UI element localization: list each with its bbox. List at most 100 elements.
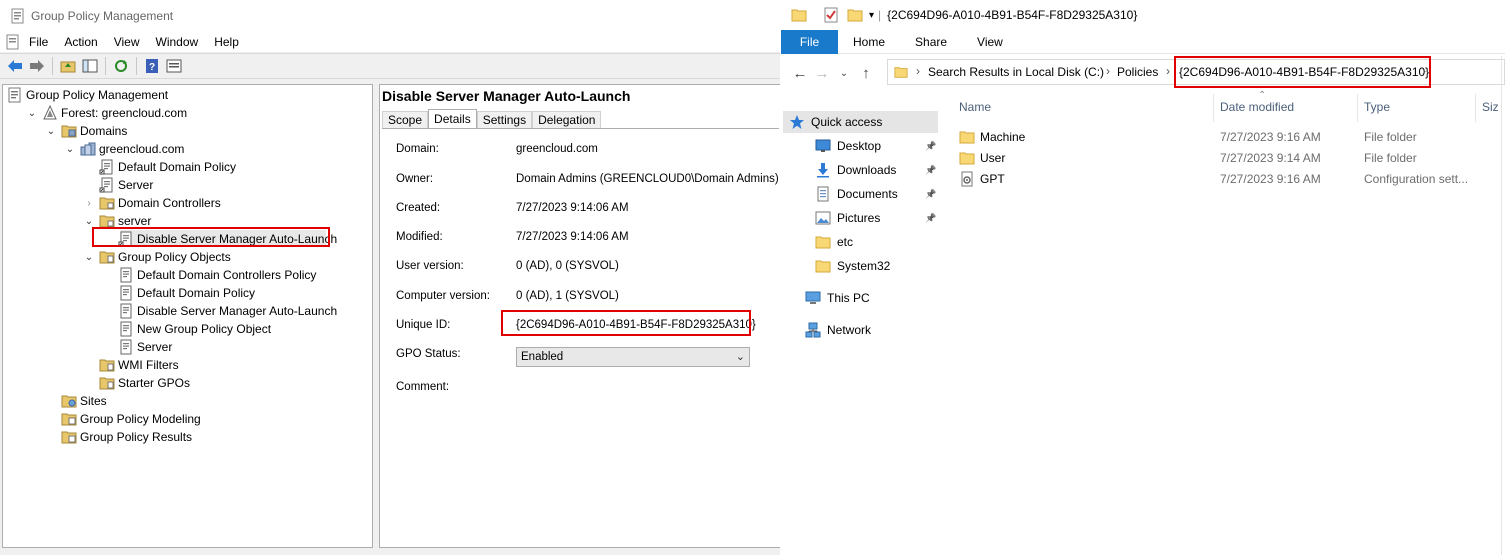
tree-node[interactable]: ⌄ greencloud.com	[64, 140, 185, 158]
tree-node[interactable]: Sites	[45, 392, 107, 410]
ribbon-tab-share[interactable]: Share	[900, 35, 962, 49]
pin-icon[interactable]: 📌	[925, 213, 936, 224]
column-separator[interactable]	[1475, 94, 1476, 122]
column-size[interactable]: Siz	[1482, 100, 1499, 114]
chevron-down-icon[interactable]: ⌄	[83, 251, 95, 263]
recent-locations-icon[interactable]: ⌄	[833, 68, 855, 79]
nav-item-pictures[interactable]: Pictures 📌	[815, 207, 936, 229]
tab-delegation[interactable]: Delegation	[532, 111, 602, 129]
up-folder-icon[interactable]	[57, 56, 79, 76]
gpo-status-label: GPO Status:	[396, 348, 461, 360]
customize-qat-icon[interactable]: ▾	[869, 10, 874, 21]
gpo-status-select[interactable]: Enabled ⌄	[516, 347, 750, 367]
nav-item-network[interactable]: Network	[805, 319, 931, 341]
new-folder-icon[interactable]	[847, 7, 863, 23]
show-hide-tree-icon[interactable]	[79, 56, 101, 76]
domain-icon	[80, 141, 96, 157]
tree-node[interactable]: Server	[83, 176, 153, 194]
column-type[interactable]: Type	[1364, 100, 1390, 114]
tree-node[interactable]: Disable Server Manager Auto-Launch	[102, 302, 337, 320]
file-row[interactable]: User 7/27/2023 9:14 AM File folder	[959, 147, 1499, 168]
tree-node[interactable]: Group Policy Management	[7, 86, 168, 104]
chevron-down-icon[interactable]: ⌄	[83, 215, 95, 227]
nav-item-label: Network	[827, 323, 872, 337]
tab-settings[interactable]: Settings	[476, 111, 533, 129]
folder-icon	[959, 129, 975, 145]
tree-node[interactable]: New Group Policy Object	[102, 320, 271, 338]
menu-view[interactable]: View	[106, 35, 148, 49]
breadcrumb-chevron-icon[interactable]: ›	[916, 64, 920, 78]
tab-details[interactable]: Details	[428, 109, 477, 129]
nav-item-documents[interactable]: Documents 📌	[815, 183, 936, 205]
details-pane: Disable Server Manager Auto-Launch Scope…	[379, 84, 780, 548]
nav-item-etc[interactable]: etc	[815, 231, 931, 253]
nav-item-desktop[interactable]: Desktop 📌	[815, 135, 936, 157]
menu-help[interactable]: Help	[206, 35, 247, 49]
explorer-titlebar: ▾ | {2C694D96-A010-4B91-B54F-F8D29325A31…	[781, 0, 1505, 30]
file-row[interactable]: GPT 7/27/2023 9:16 AM Configuration sett..…	[959, 168, 1499, 189]
column-date-modified[interactable]: Date modified	[1220, 100, 1294, 114]
forward-arrow-icon[interactable]	[26, 56, 48, 76]
back-arrow-icon[interactable]	[4, 56, 26, 76]
owner-value: Domain Admins (GREENCLOUD0\Domain Admins…	[516, 173, 779, 185]
gpo-icon	[118, 321, 134, 337]
tree-node[interactable]: Group Policy Modeling	[45, 410, 201, 428]
tree-node[interactable]: Group Policy Results	[45, 428, 192, 446]
menu-file[interactable]: File	[21, 35, 56, 49]
system-menu-icon[interactable]	[5, 34, 21, 50]
properties-check-icon[interactable]	[823, 7, 839, 23]
column-separator[interactable]	[1213, 94, 1214, 122]
pin-icon[interactable]: 📌	[925, 165, 936, 176]
up-arrow-icon[interactable]: ↑	[855, 65, 877, 82]
breadcrumb-policies[interactable]: Policies	[1117, 65, 1158, 79]
user-version-value: 0 (AD), 0 (SYSVOL)	[516, 260, 619, 272]
ribbon-tab-home[interactable]: Home	[838, 35, 900, 49]
tree-node[interactable]: Default Domain Policy	[102, 284, 255, 302]
column-separator[interactable]	[1357, 94, 1358, 122]
details-tab-body: Domain: greencloud.com Owner: Domain Adm…	[382, 128, 779, 548]
chevron-down-icon[interactable]: ⌄	[45, 125, 57, 137]
toolbar-separator	[136, 57, 137, 75]
nav-item-this-pc[interactable]: This PC	[805, 287, 931, 309]
tree-node[interactable]: ⌄ Group Policy Objects	[83, 248, 231, 266]
breadcrumb-chevron-icon[interactable]: ›	[1166, 64, 1170, 78]
tree-node[interactable]: Default Domain Policy	[83, 158, 236, 176]
tab-scope[interactable]: Scope	[382, 111, 429, 129]
tree-node[interactable]: Server	[102, 338, 172, 356]
menu-window[interactable]: Window	[148, 35, 207, 49]
desktop-icon	[815, 138, 831, 154]
pin-icon[interactable]: 📌	[925, 189, 936, 200]
column-name[interactable]: Name	[959, 100, 991, 114]
back-arrow-icon[interactable]: ←	[789, 65, 811, 82]
forward-arrow-icon[interactable]: →	[811, 65, 833, 82]
breadcrumb-chevron-icon[interactable]: ›	[1106, 64, 1110, 78]
nav-item-downloads[interactable]: Downloads 📌	[815, 159, 936, 181]
gpmc-titlebar: Group Policy Management	[0, 0, 780, 32]
tree-node[interactable]: ⌄ Forest: greencloud.com	[26, 104, 187, 122]
file-row[interactable]: Machine 7/27/2023 9:16 AM File folder	[959, 126, 1499, 147]
help-icon[interactable]: ?	[141, 56, 163, 76]
gpmc-app-icon	[11, 8, 24, 24]
nav-item-system32[interactable]: System32	[815, 255, 931, 277]
tree-node[interactable]: › Domain Controllers	[83, 194, 220, 212]
properties-icon[interactable]	[163, 56, 185, 76]
refresh-icon[interactable]	[110, 56, 132, 76]
gpmc-toolbar: ?	[0, 53, 780, 79]
nav-item-quick-access[interactable]: Quick access	[789, 111, 931, 133]
chevron-down-icon[interactable]: ⌄	[26, 107, 38, 119]
ribbon-tab-view[interactable]: View	[962, 35, 1018, 49]
file-date-modified: 7/27/2023 9:16 AM	[1220, 130, 1321, 144]
pin-icon[interactable]: 📌	[925, 141, 936, 152]
menu-action[interactable]: Action	[56, 35, 105, 49]
modified-label: Modified:	[396, 231, 443, 243]
tree-node[interactable]: WMI Filters	[83, 356, 179, 374]
chevron-right-icon[interactable]: ›	[83, 197, 95, 209]
ribbon-tab-file[interactable]: File	[781, 29, 838, 54]
breadcrumb-search-results[interactable]: Search Results in Local Disk (C:)	[928, 65, 1104, 79]
tree-node[interactable]: Default Domain Controllers Policy	[102, 266, 316, 284]
tree-node[interactable]: Starter GPOs	[83, 374, 190, 392]
chevron-down-icon[interactable]: ⌄	[64, 143, 76, 155]
tree-node[interactable]: ⌄ Domains	[45, 122, 128, 140]
